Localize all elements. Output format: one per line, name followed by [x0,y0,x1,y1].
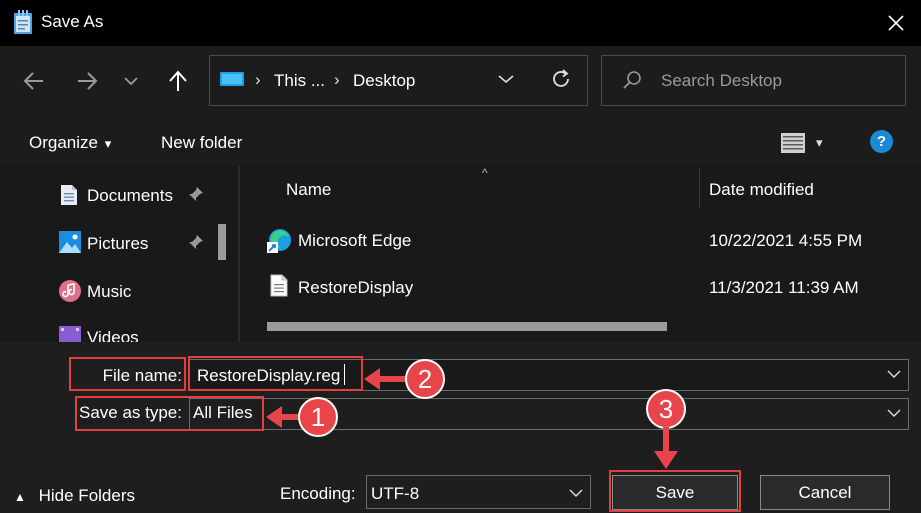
search-input[interactable] [661,66,891,96]
address-dropdown-button[interactable] [493,66,519,92]
arrow-right-icon [78,72,98,90]
chevron-down-icon [498,75,514,84]
sidebar-item-music[interactable]: Music [87,282,131,302]
file-date: 11/3/2021 11:39 AM [709,278,859,297]
pin-icon [188,234,204,255]
help-button[interactable]: ? [870,130,893,153]
breadcrumb-separator[interactable]: › [255,70,261,90]
forward-button[interactable] [70,64,104,98]
back-button[interactable] [17,64,51,98]
navigation-pane-scrollbar[interactable] [218,224,226,260]
sidebar-item-pictures[interactable]: Pictures [87,234,148,254]
arrow-left-icon [23,72,43,90]
annotation-step-1: 1 [298,397,338,437]
save-as-type-dropdown-button[interactable] [884,403,904,423]
annotation-highlight-file-name [188,356,363,391]
arrow-up-icon [169,70,187,91]
breadcrumb-this-pc[interactable]: This ... [274,71,325,91]
chevron-down-icon [124,77,138,86]
annotation-arrow-3 [654,427,678,469]
file-name: RestoreDisplay [298,278,414,297]
annotation-step-2: 2 [405,359,445,399]
annotation-highlight-save-as-type [75,396,264,431]
hide-folders-button[interactable]: ▲ Hide Folders [14,486,135,506]
caret-up-icon: ▲ [14,490,26,504]
navigation-pane: Documents Pictures Music Videos [0,166,239,347]
file-date: 10/22/2021 4:55 PM [709,231,863,250]
notepad-icon [13,10,33,35]
close-button[interactable] [870,0,921,46]
title-bar [0,0,921,46]
file-name: Microsoft Edge [298,231,412,250]
recent-locations-button[interactable] [114,64,148,98]
music-icon [58,279,82,308]
documents-icon [60,184,78,211]
table-row[interactable]: Microsoft Edge 10/22/2021 4:55 PM [267,227,907,255]
refresh-icon [553,69,569,87]
breadcrumb-separator[interactable]: › [334,70,340,90]
sort-ascending-icon: ^ [482,166,488,180]
encoding-dropdown-button[interactable] [566,483,586,503]
text-file-icon [270,274,288,302]
view-options-button[interactable]: ▾ [780,130,830,156]
file-name-dropdown-button[interactable] [884,364,904,384]
cancel-button[interactable]: Cancel [760,475,890,510]
new-folder-button[interactable]: New folder [161,133,242,153]
refresh-button[interactable] [548,66,574,92]
monitor-icon [220,72,244,88]
details-view-icon [781,133,805,153]
annotation-highlight-file-name-label [69,357,186,391]
chevron-down-icon [887,370,901,378]
sidebar-item-documents[interactable]: Documents [87,186,173,206]
up-button[interactable] [161,64,195,98]
encoding-value: UTF-8 [371,484,420,503]
caret-down-icon: ▾ [816,135,823,150]
pictures-icon [59,231,81,258]
chevron-down-icon [887,409,901,417]
hide-folders-label: Hide Folders [38,486,135,505]
window-title: Save As [41,12,104,31]
edge-shortcut-icon [267,227,293,258]
organize-label: Organize [29,133,98,152]
column-divider[interactable] [699,168,700,208]
horizontal-scrollbar[interactable] [267,322,667,331]
annotation-step-3: 3 [646,389,686,429]
search-icon [622,70,642,90]
column-header-date-modified[interactable]: Date modified [709,180,814,200]
breadcrumb-desktop[interactable]: Desktop [353,71,415,91]
encoding-label: Encoding: [280,484,356,503]
close-icon [887,15,904,31]
table-row[interactable]: RestoreDisplay 11/3/2021 11:39 AM [267,274,907,302]
chevron-down-icon [569,489,583,497]
pin-icon [188,186,204,207]
annotation-highlight-save-button [609,470,741,512]
column-header-name[interactable]: Name [286,180,331,200]
caret-down-icon: ▾ [104,136,112,151]
organize-button[interactable]: Organize ▾ [29,133,111,153]
